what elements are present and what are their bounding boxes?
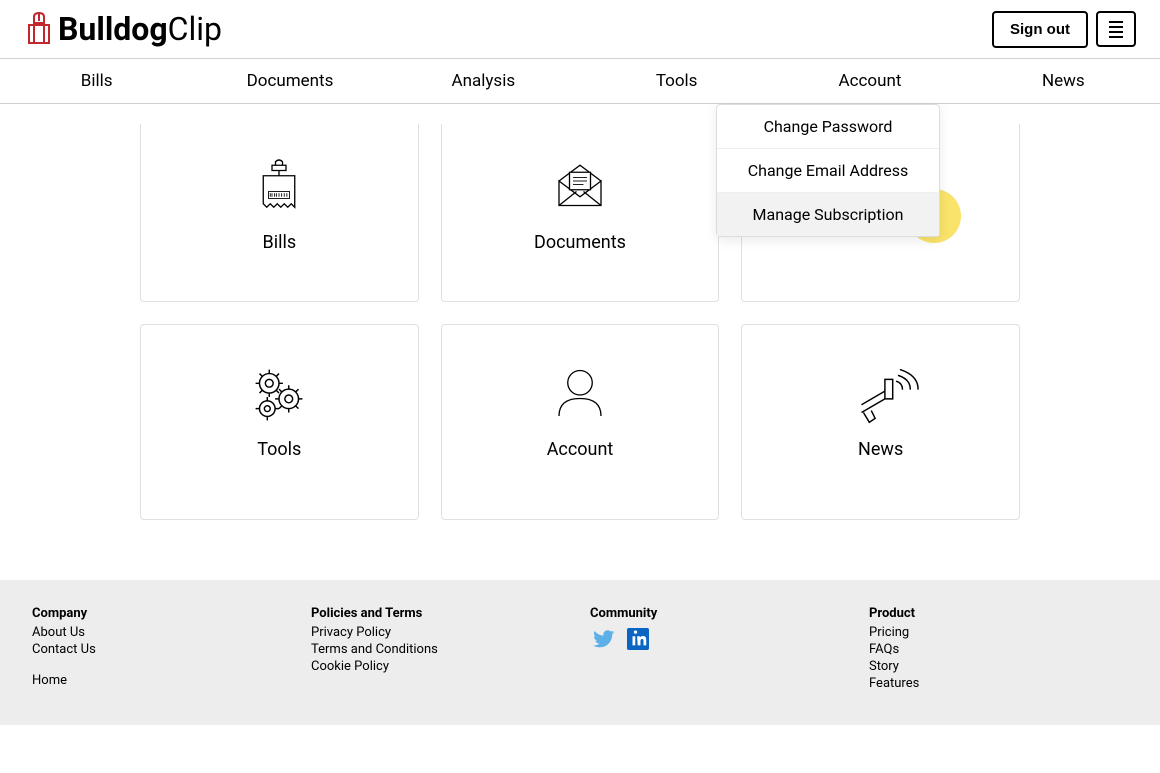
footer-company-title: Company bbox=[32, 606, 291, 621]
dropdown-change-email[interactable]: Change Email Address bbox=[717, 149, 939, 193]
gears-icon bbox=[239, 355, 319, 435]
footer-link-terms[interactable]: Terms and Conditions bbox=[311, 642, 570, 657]
footer-link-story[interactable]: Story bbox=[869, 659, 1128, 674]
card-label: Bills bbox=[263, 232, 297, 253]
nav-documents[interactable]: Documents bbox=[193, 59, 386, 103]
dropdown-change-password[interactable]: Change Password bbox=[717, 105, 939, 149]
footer-link-cookie[interactable]: Cookie Policy bbox=[311, 659, 570, 674]
receipt-icon bbox=[239, 148, 319, 228]
nav-analysis[interactable]: Analysis bbox=[387, 59, 580, 103]
footer-link-features[interactable]: Features bbox=[869, 676, 1128, 691]
main-nav: Bills Documents Analysis Tools Account N… bbox=[0, 59, 1160, 104]
card-account[interactable]: Account bbox=[441, 324, 720, 520]
footer-link-contact[interactable]: Contact Us bbox=[32, 642, 291, 657]
footer: Company About Us Contact Us Home Policie… bbox=[0, 580, 1160, 725]
sign-out-button[interactable]: Sign out bbox=[992, 11, 1088, 48]
nav-news[interactable]: News bbox=[967, 59, 1160, 103]
twitter-icon[interactable] bbox=[590, 627, 618, 651]
card-label: News bbox=[858, 439, 903, 460]
card-tools[interactable]: Tools bbox=[140, 324, 419, 520]
person-icon bbox=[540, 355, 620, 435]
card-news[interactable]: News bbox=[741, 324, 1020, 520]
logo-clip-icon bbox=[24, 11, 54, 47]
footer-link-privacy[interactable]: Privacy Policy bbox=[311, 625, 570, 640]
logo[interactable]: BulldogClip bbox=[24, 10, 222, 48]
envelope-icon bbox=[540, 148, 620, 228]
nav-tools[interactable]: Tools bbox=[580, 59, 773, 103]
footer-link-about[interactable]: About Us bbox=[32, 625, 291, 640]
footer-policies-title: Policies and Terms bbox=[311, 606, 570, 621]
account-dropdown: Change Password Change Email Address Man… bbox=[716, 104, 940, 237]
card-documents[interactable]: Documents bbox=[441, 124, 720, 302]
dropdown-manage-subscription[interactable]: Manage Subscription bbox=[717, 193, 939, 236]
card-label: Tools bbox=[257, 439, 301, 460]
footer-community-title: Community bbox=[590, 606, 849, 621]
card-label: Documents bbox=[534, 232, 626, 253]
nav-account[interactable]: Account bbox=[773, 59, 966, 103]
footer-product-title: Product bbox=[869, 606, 1128, 621]
card-bills[interactable]: Bills bbox=[140, 124, 419, 302]
hamburger-icon bbox=[1109, 21, 1123, 38]
menu-button[interactable] bbox=[1096, 11, 1136, 47]
footer-link-pricing[interactable]: Pricing bbox=[869, 625, 1128, 640]
megaphone-icon bbox=[841, 355, 921, 435]
linkedin-icon[interactable] bbox=[624, 627, 652, 651]
footer-link-faqs[interactable]: FAQs bbox=[869, 642, 1128, 657]
logo-text: BulldogClip bbox=[58, 10, 222, 48]
header: BulldogClip Sign out bbox=[0, 0, 1160, 59]
nav-bills[interactable]: Bills bbox=[0, 59, 193, 103]
footer-link-home[interactable]: Home bbox=[32, 673, 291, 688]
card-label: Account bbox=[547, 439, 614, 460]
